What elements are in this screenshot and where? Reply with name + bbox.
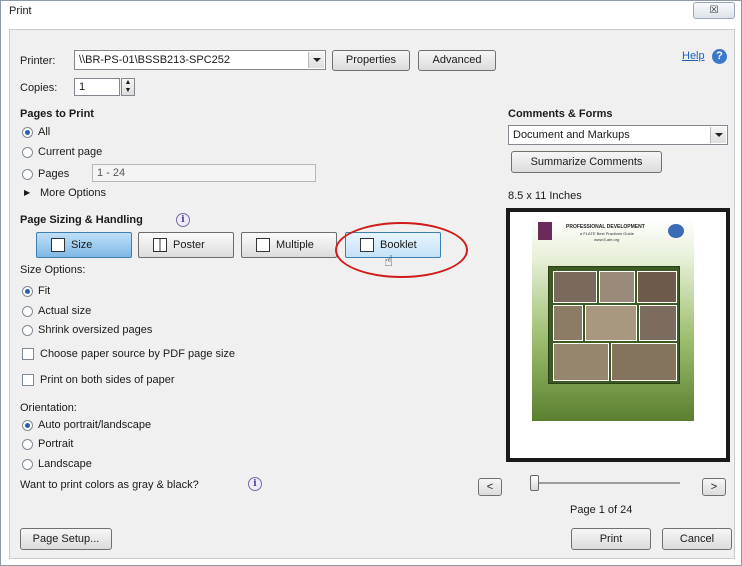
- comments-forms-select[interactable]: Document and Markups: [508, 125, 728, 145]
- printer-select[interactable]: \\BR-PS-01\BSSB213-SPC252: [74, 50, 326, 70]
- orientation-option-auto: Auto portrait/landscape: [38, 419, 152, 431]
- gray-question: Want to print colors as gray & black?: [20, 479, 199, 491]
- pages-option-current: Current page: [38, 146, 103, 158]
- poster-button-label: Poster: [173, 239, 205, 251]
- copies-input[interactable]: 1: [74, 78, 120, 96]
- size-button[interactable]: Size: [36, 232, 132, 258]
- page-slider-track[interactable]: [538, 482, 680, 484]
- preview-page: PROFESSIONAL DEVELOPMENT a FLATE Best Pr…: [510, 212, 726, 458]
- more-options-toggle[interactable]: More Options: [40, 187, 106, 199]
- both-sides-label: Print on both sides of paper: [40, 374, 175, 386]
- size-option-shrink: Shrink oversized pages: [38, 324, 153, 336]
- window-title: Print: [9, 5, 32, 17]
- comments-forms-value: Document and Markups: [513, 129, 630, 141]
- orientation-option-landscape: Landscape: [38, 458, 92, 470]
- collage-photo: [599, 271, 635, 303]
- nsf-logo-icon: [668, 224, 684, 238]
- next-page-button[interactable]: >: [702, 478, 726, 496]
- radio-actual-size[interactable]: [22, 306, 33, 317]
- page-range-input[interactable]: 1 - 24: [92, 164, 316, 182]
- collage-photo: [611, 343, 677, 381]
- size-icon: [51, 238, 65, 252]
- page-setup-button[interactable]: Page Setup...: [20, 528, 112, 550]
- copies-stepper[interactable]: ▲ ▼: [121, 78, 135, 96]
- print-dialog: Print ☒ Printer: \\BR-PS-01\BSSB213-SPC2…: [0, 0, 742, 566]
- size-option-actual: Actual size: [38, 305, 92, 317]
- flate-logo-icon: [538, 222, 552, 240]
- cancel-button[interactable]: Cancel: [662, 528, 732, 550]
- print-button[interactable]: Print: [571, 528, 651, 550]
- page-slider-thumb[interactable]: [530, 475, 539, 491]
- radio-current-page[interactable]: [22, 147, 33, 158]
- close-icon: ☒: [709, 5, 719, 16]
- poster-button[interactable]: Poster: [138, 232, 234, 258]
- page-range-value: 1 - 24: [97, 167, 126, 179]
- collage-photo: [553, 305, 583, 341]
- help-circle-icon[interactable]: ?: [712, 49, 727, 64]
- radio-portrait[interactable]: [22, 439, 33, 450]
- poster-icon: [153, 238, 167, 252]
- printer-value: \\BR-PS-01\BSSB213-SPC252: [79, 54, 231, 66]
- doc-subtitle: a FLATE Best Practices Guide: [580, 231, 634, 236]
- multiple-icon: [256, 238, 270, 252]
- collage-photo: [553, 271, 597, 303]
- size-options-label: Size Options:: [20, 264, 86, 276]
- printer-label: Printer:: [20, 55, 56, 67]
- collage-photo: [639, 305, 677, 341]
- copies-value: 1: [79, 81, 86, 93]
- chevron-down-icon: [710, 127, 726, 143]
- radio-landscape[interactable]: [22, 459, 33, 470]
- page-sizing-heading: Page Sizing & Handling: [20, 214, 143, 226]
- photo-collage: [548, 266, 680, 384]
- size-option-fit: Fit: [38, 285, 51, 297]
- doc-title: PROFESSIONAL DEVELOPMENT: [566, 224, 645, 230]
- pages-option-pages: Pages: [38, 168, 70, 180]
- collage-photo: [585, 305, 637, 341]
- multiple-button-label: Multiple: [276, 239, 314, 251]
- info-icon[interactable]: i: [248, 477, 262, 491]
- multiple-button[interactable]: Multiple: [241, 232, 337, 258]
- print-preview: PROFESSIONAL DEVELOPMENT a FLATE Best Pr…: [506, 208, 730, 462]
- orientation-option-portrait: Portrait: [38, 438, 74, 450]
- preview-document: PROFESSIONAL DEVELOPMENT a FLATE Best Pr…: [532, 218, 694, 421]
- title-bar: Print ☒: [1, 1, 741, 23]
- summarize-comments-button[interactable]: Summarize Comments: [511, 151, 662, 173]
- doc-url: www.fl-ate.org: [594, 237, 620, 242]
- properties-button[interactable]: Properties: [332, 50, 410, 71]
- page-indicator: Page 1 of 24: [570, 504, 633, 516]
- advanced-button[interactable]: Advanced: [418, 50, 496, 71]
- chevron-down-icon: [308, 52, 324, 68]
- choose-paper-label: Choose paper source by PDF page size: [40, 348, 236, 360]
- pages-to-print-heading: Pages to Print: [20, 108, 94, 120]
- orientation-label: Orientation:: [20, 402, 77, 414]
- choose-paper-checkbox[interactable]: [22, 348, 34, 360]
- help-link[interactable]: Help: [682, 50, 705, 62]
- size-button-label: Size: [71, 239, 93, 251]
- radio-shrink[interactable]: [22, 325, 33, 336]
- collage-photo: [637, 271, 677, 303]
- radio-pages[interactable]: [22, 169, 33, 180]
- radio-all[interactable]: [22, 127, 33, 138]
- dialog-body: Printer: \\BR-PS-01\BSSB213-SPC252 Prope…: [9, 29, 735, 559]
- both-sides-checkbox[interactable]: [22, 374, 34, 386]
- radio-auto-orientation[interactable]: [22, 420, 33, 431]
- expand-triangle-icon[interactable]: ▶: [24, 188, 30, 197]
- radio-fit[interactable]: [22, 286, 33, 297]
- comments-forms-heading: Comments & Forms: [508, 108, 613, 120]
- pages-option-all: All: [38, 126, 51, 138]
- copies-label: Copies:: [20, 82, 58, 94]
- close-button[interactable]: ☒: [693, 2, 735, 19]
- highlight-circle: [335, 222, 468, 278]
- collage-photo: [553, 343, 609, 381]
- previous-page-button[interactable]: <: [478, 478, 502, 496]
- paper-size-label: 8.5 x 11 Inches: [508, 190, 582, 202]
- info-icon[interactable]: i: [176, 213, 190, 227]
